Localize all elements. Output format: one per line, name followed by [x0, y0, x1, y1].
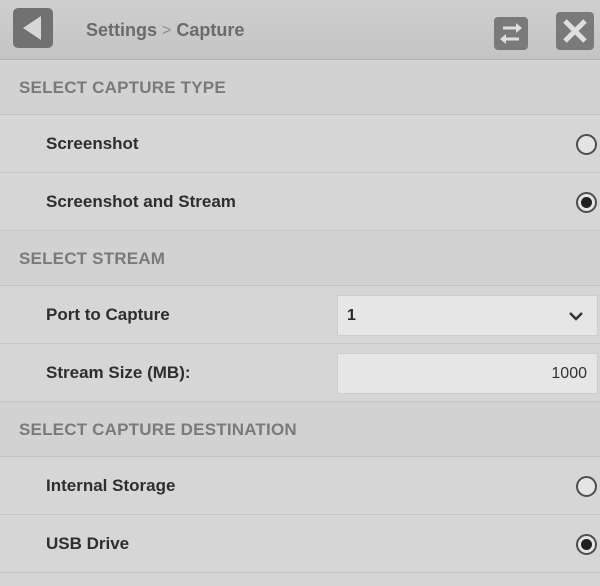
header-bar: Settings > Capture [0, 0, 600, 60]
radio-screenshot[interactable] [576, 134, 597, 155]
radio-internal-storage[interactable] [576, 476, 597, 497]
option-label: Screenshot [46, 134, 139, 153]
chevron-down-icon [569, 312, 583, 321]
stream-size-label: Stream Size (MB): [46, 363, 191, 382]
breadcrumb-separator: > [162, 21, 172, 39]
port-label: Port to Capture [46, 305, 170, 324]
option-label: Internal Storage [46, 476, 176, 495]
port-value: 1 [347, 307, 356, 324]
stream-size-input[interactable]: 1000 [337, 353, 598, 394]
capture-settings-panel: Settings > Capture SELECT CAPTURE TYPE S… [0, 0, 600, 586]
stream-size-value: 1000 [551, 365, 587, 382]
stream-size-row: Stream Size (MB): 1000 [0, 344, 600, 402]
swap-arrows-icon [500, 23, 522, 44]
option-internal-storage[interactable]: Internal Storage [0, 457, 600, 515]
breadcrumb-capture: Capture [176, 20, 245, 40]
back-arrow-icon [23, 16, 41, 40]
port-select[interactable]: 1 [337, 295, 598, 336]
option-label: Screenshot and Stream [46, 192, 236, 211]
option-usb-drive[interactable]: USB Drive [0, 515, 600, 573]
breadcrumb-settings[interactable]: Settings [86, 20, 157, 41]
back-button[interactable] [13, 8, 53, 48]
swap-button[interactable] [494, 17, 528, 50]
close-icon [563, 19, 587, 43]
section-stream-title: SELECT STREAM [0, 231, 600, 286]
port-to-capture-row: Port to Capture 1 [0, 286, 600, 344]
breadcrumb: Settings > Capture [86, 20, 244, 41]
option-label: USB Drive [46, 534, 130, 553]
section-capture-type-title: SELECT CAPTURE TYPE [0, 60, 600, 115]
close-button[interactable] [556, 12, 594, 50]
radio-usb-drive[interactable] [576, 534, 597, 555]
radio-screenshot-and-stream[interactable] [576, 192, 597, 213]
option-screenshot-and-stream[interactable]: Screenshot and Stream [0, 173, 600, 231]
section-destination-title: SELECT CAPTURE DESTINATION [0, 402, 600, 457]
option-screenshot[interactable]: Screenshot [0, 115, 600, 173]
